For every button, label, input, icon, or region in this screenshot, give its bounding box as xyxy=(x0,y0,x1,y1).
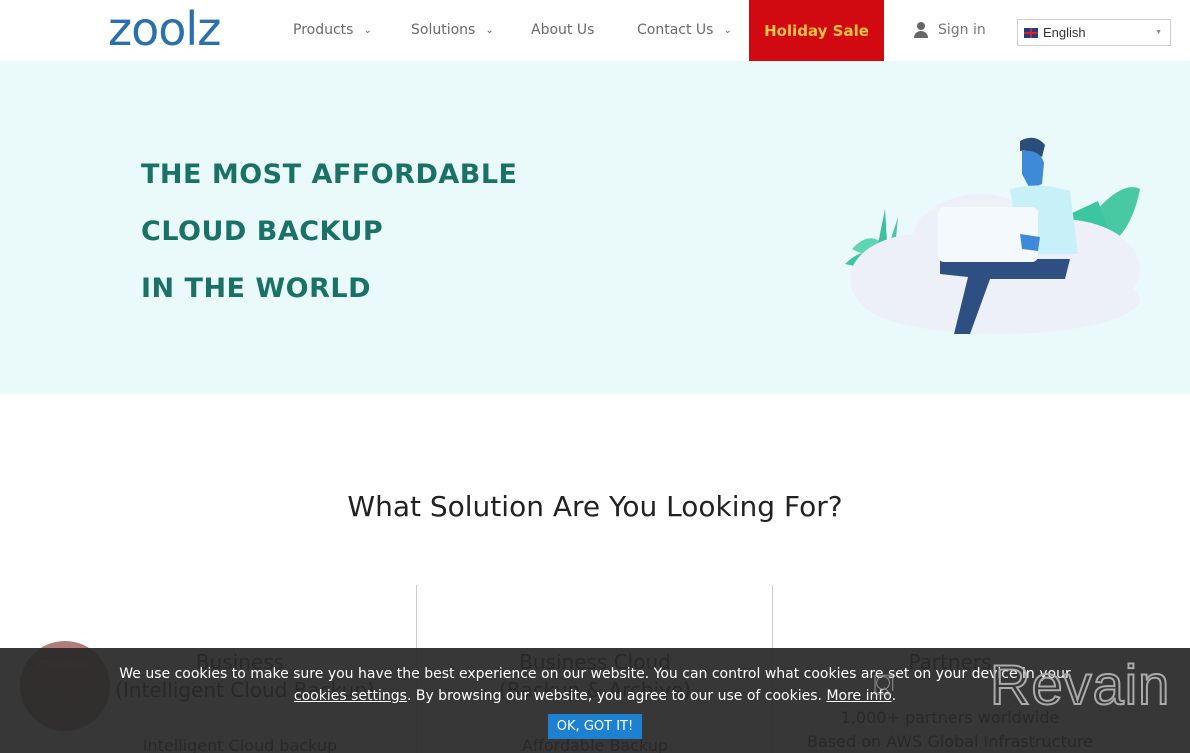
nav-contact-us-label: Contact Us xyxy=(637,22,714,38)
chevron-down-icon: ⌄ xyxy=(485,24,494,36)
holiday-sale-button[interactable]: Holiday Sale xyxy=(749,0,884,61)
sign-in-link[interactable]: Sign in xyxy=(914,22,986,38)
sign-in-label: Sign in xyxy=(938,22,986,38)
site-header: zoolz Products ⌄ Solutions ⌄ About Us Co… xyxy=(0,0,1190,61)
uk-flag-icon xyxy=(1024,27,1038,38)
revain-watermark: Revain xyxy=(989,652,1171,717)
hero-headline-line-2: CLOUD BACKUP xyxy=(141,216,384,247)
nav-products-label: Products xyxy=(293,22,354,38)
cookie-ok-button[interactable]: OK, GOT IT! xyxy=(548,714,642,739)
cookies-settings-link[interactable]: cookies settings xyxy=(294,688,407,704)
revain-logo-icon xyxy=(874,674,894,695)
language-selected: English xyxy=(1043,25,1086,40)
solutions-heading: What Solution Are You Looking For? xyxy=(347,490,843,523)
language-select[interactable]: English ▼ xyxy=(1017,19,1171,46)
nav-about-us[interactable]: About Us xyxy=(531,22,594,38)
hero-headline-line-3: IN THE WORLD xyxy=(141,273,372,304)
cookie-text-2: . By browsing our website, you agree to … xyxy=(406,688,827,704)
caret-down-icon: ▼ xyxy=(1155,29,1162,36)
chevron-down-icon: ⌄ xyxy=(363,24,372,36)
hero-banner: THE MOST AFFORDABLE CLOUD BACKUP IN THE … xyxy=(0,61,1190,394)
nav-solutions-label: Solutions xyxy=(411,22,476,38)
hero-illustration xyxy=(845,137,1140,334)
nav-about-us-label: About Us xyxy=(531,22,595,38)
chevron-down-icon: ⌄ xyxy=(723,24,732,36)
zoolz-logo[interactable]: zoolz xyxy=(108,4,221,54)
hero-headline-line-1: THE MOST AFFORDABLE xyxy=(141,159,518,190)
user-icon xyxy=(914,22,928,38)
nav-products[interactable]: Products ⌄ xyxy=(293,22,372,38)
nav-solutions[interactable]: Solutions ⌄ xyxy=(411,22,494,38)
nav-contact-us[interactable]: Contact Us ⌄ xyxy=(637,22,732,38)
